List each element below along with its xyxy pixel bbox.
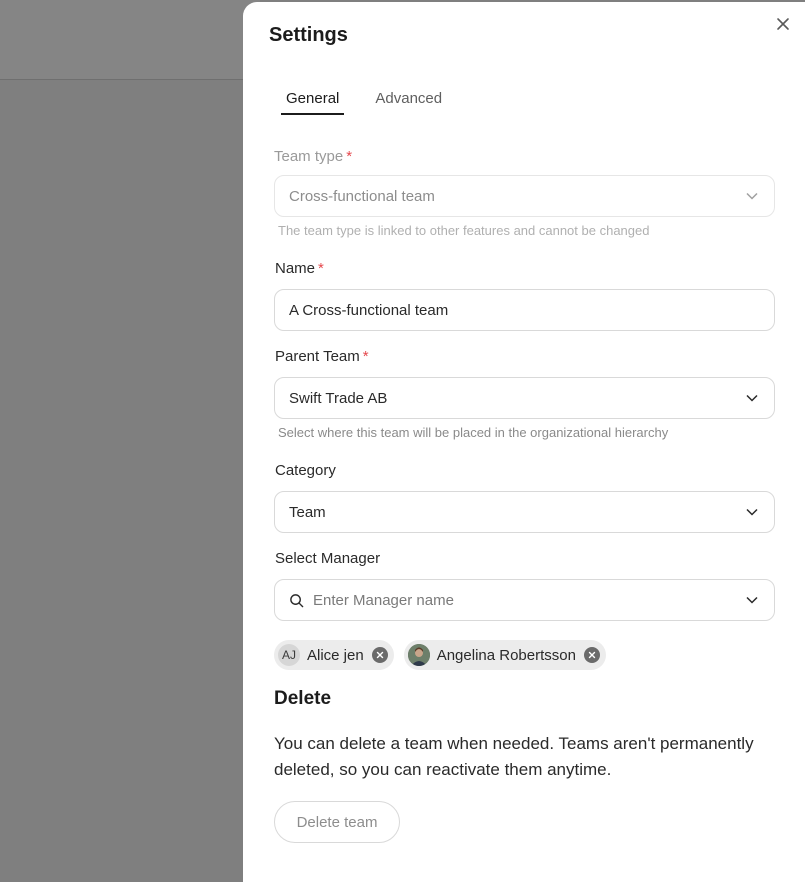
category-label: Category: [275, 462, 336, 479]
search-icon: [290, 593, 304, 607]
manager-search-field[interactable]: [274, 579, 775, 621]
person-photo-icon: [407, 644, 430, 666]
required-mark: *: [362, 348, 369, 365]
team-type-value: Cross-functional team: [289, 187, 435, 205]
close-icon[interactable]: [376, 651, 384, 659]
tab-bar: General Advanced: [281, 88, 473, 115]
required-mark: *: [346, 148, 353, 165]
chevron-down-icon: [746, 192, 758, 200]
name-value[interactable]: A Cross-functional team: [289, 302, 448, 319]
close-icon[interactable]: [588, 651, 596, 659]
delete-section-description: You can delete a team when needed. Teams…: [274, 734, 754, 779]
name-label-text: Name: [275, 260, 316, 277]
category-select[interactable]: Team: [274, 491, 775, 533]
delete-section-title: Delete: [274, 688, 332, 709]
required-mark: *: [318, 260, 324, 277]
manager-chip: AJ Alice jen: [274, 640, 394, 670]
manager-chip-name: Alice jen: [307, 646, 364, 664]
tab-general[interactable]: General: [281, 88, 345, 115]
parent-team-select[interactable]: Swift Trade AB: [274, 377, 775, 419]
parent-team-value: Swift Trade AB: [289, 389, 388, 407]
avatar: AJ: [278, 644, 300, 666]
name-label: Name *: [275, 260, 324, 277]
settings-dialog: Settings General Advanced Team type * Cro…: [243, 2, 805, 882]
chevron-down-icon[interactable]: [746, 508, 758, 516]
team-type-hint: The team type is linked to other feature…: [278, 223, 650, 238]
delete-team-button[interactable]: Delete team: [274, 801, 400, 843]
chevron-down-icon[interactable]: [746, 596, 758, 604]
manager-label: Select Manager: [275, 550, 380, 567]
team-type-label-text: Team type: [274, 148, 344, 165]
team-type-select: Cross-functional team: [274, 175, 775, 217]
remove-chip-button[interactable]: [583, 647, 600, 663]
manager-chip: Angelina Robertsson: [403, 640, 606, 670]
parent-team-label-text: Parent Team: [275, 348, 360, 365]
remove-chip-button[interactable]: [371, 647, 388, 663]
parent-team-label: Parent Team *: [275, 348, 369, 365]
category-value: Team: [289, 503, 326, 521]
selected-managers: AJ Alice jen Angelina Robertsson: [274, 640, 606, 670]
name-field[interactable]: A Cross-functional team: [274, 289, 775, 331]
manager-search-input[interactable]: [313, 591, 713, 609]
parent-team-hint: Select where this team will be placed in…: [278, 425, 669, 440]
dialog-title: Settings: [269, 24, 348, 46]
avatar: [407, 644, 430, 666]
category-label-text: Category: [275, 462, 336, 479]
team-type-label: Team type *: [274, 148, 352, 165]
manager-chip-name: Angelina Robertsson: [436, 646, 576, 664]
close-icon[interactable]: [774, 15, 792, 33]
backdrop-header: [0, 0, 260, 80]
chevron-down-icon[interactable]: [746, 394, 758, 402]
tab-advanced[interactable]: Advanced: [370, 88, 447, 115]
manager-label-text: Select Manager: [275, 550, 381, 567]
